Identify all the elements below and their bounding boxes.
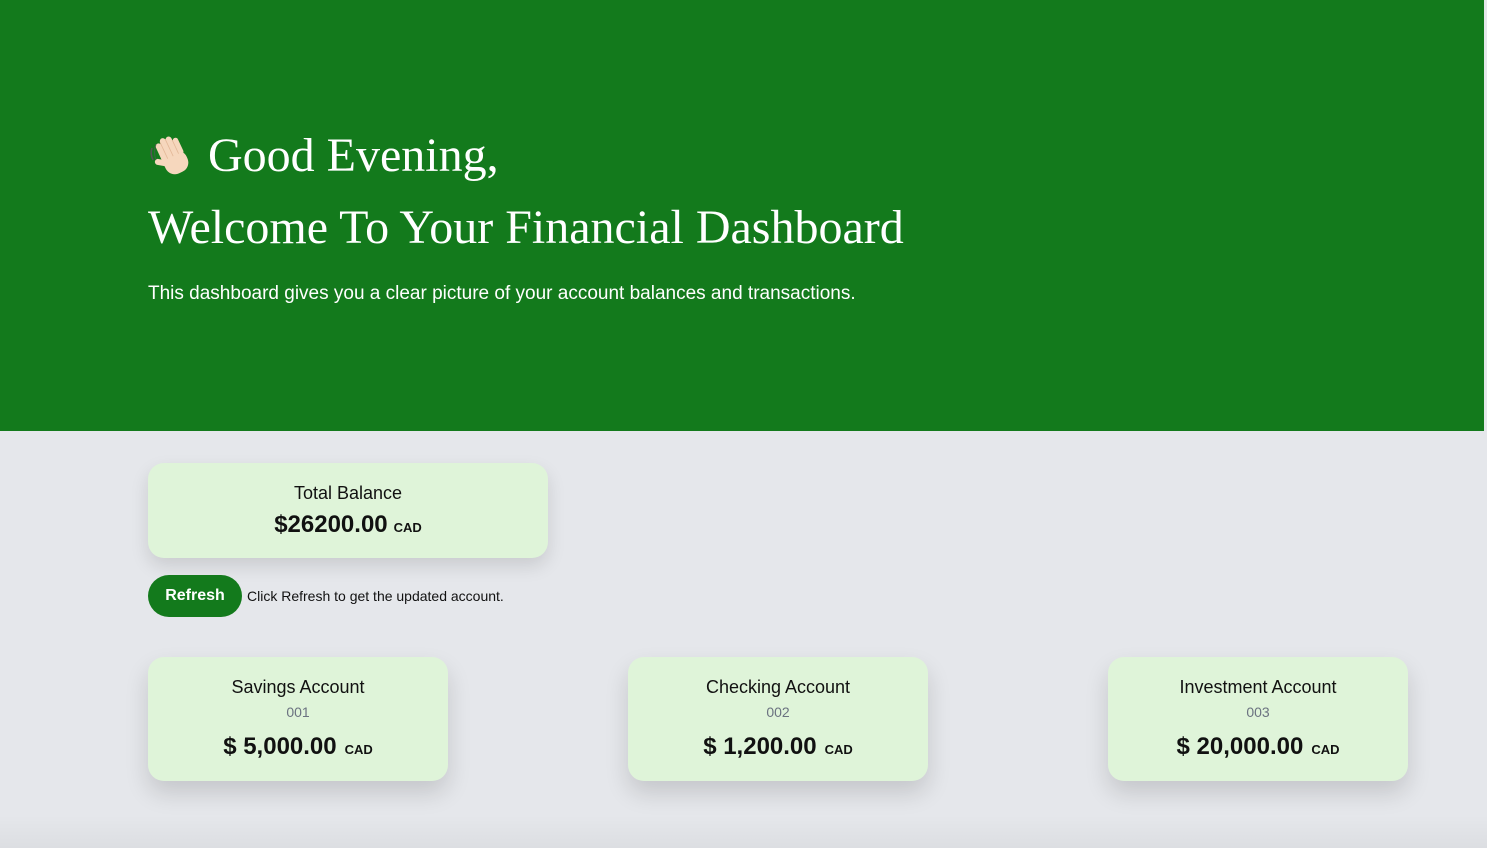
refresh-row: Refresh Click Refresh to get the updated…	[148, 575, 504, 617]
account-card-checking: Checking Account 002 $ 1,200.00 CAD	[628, 657, 928, 781]
account-name: Investment Account	[1179, 677, 1337, 697]
account-number: 002	[766, 704, 790, 720]
currency-label: CAD	[393, 520, 422, 535]
total-balance-amount-row: $26200.00 CAD	[148, 511, 548, 539]
hero-banner: Good Evening, Welcome To Your Financial …	[0, 0, 1484, 431]
account-amount-row: $ 20,000.00 CAD	[1108, 733, 1408, 761]
page-description: This dashboard gives you a clear picture…	[148, 283, 856, 304]
currency-label: CAD	[344, 742, 373, 757]
currency-label: CAD	[824, 742, 853, 757]
greeting-heading: Good Evening,	[148, 128, 499, 184]
account-name: Checking Account	[705, 677, 851, 697]
account-name: Savings Account	[231, 677, 365, 697]
account-number: 003	[1246, 704, 1270, 720]
greeting-text: Good Evening,	[208, 129, 499, 182]
waving-hand-icon	[148, 130, 200, 182]
total-balance-label: Total Balance	[293, 483, 403, 503]
account-amount-row: $ 5,000.00 CAD	[148, 733, 448, 761]
account-amount-row: $ 1,200.00 CAD	[628, 733, 928, 761]
account-card-investment: Investment Account 003 $ 20,000.00 CAD	[1108, 657, 1408, 781]
account-number: 001	[286, 704, 310, 720]
account-card-savings: Savings Account 001 $ 5,000.00 CAD	[148, 657, 448, 781]
total-balance-card: Total Balance $26200.00 CAD	[148, 463, 548, 558]
page-title: Welcome To Your Financial Dashboard	[148, 201, 904, 254]
account-balance: $ 1,200.00	[703, 733, 817, 760]
account-balance: $ 20,000.00	[1176, 733, 1304, 760]
refresh-button[interactable]: Refresh	[148, 575, 242, 617]
currency-label: CAD	[1311, 742, 1340, 757]
total-balance-amount: $26200.00	[274, 511, 388, 538]
refresh-hint: Click Refresh to get the updated account…	[247, 588, 504, 604]
bottom-shadow	[0, 815, 1487, 848]
account-balance: $ 5,000.00	[223, 733, 337, 760]
